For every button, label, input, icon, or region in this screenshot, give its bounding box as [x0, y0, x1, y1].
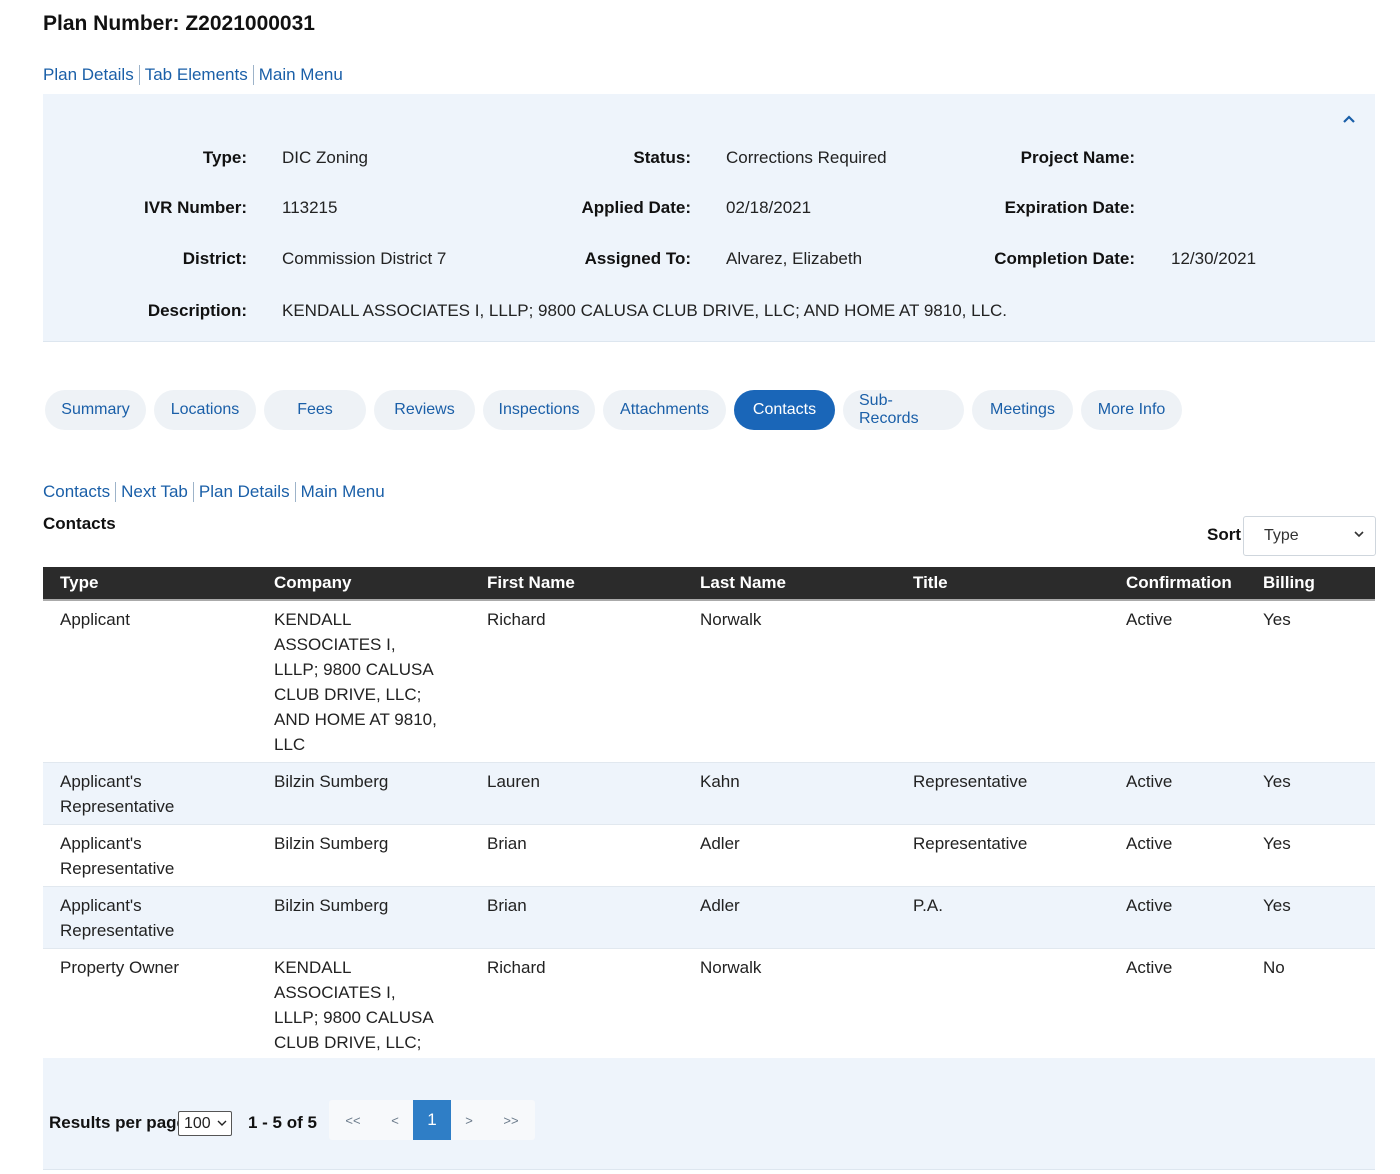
cell-type: Applicant [60, 610, 130, 629]
results-per-page-value: 100 [184, 1115, 211, 1132]
cell-billing: Yes [1263, 610, 1291, 629]
cell-title [896, 607, 1109, 757]
cell-confirmation: Active [1126, 610, 1173, 629]
cell-billing: Yes [1263, 834, 1291, 853]
ivr-number-value: 113215 [282, 198, 338, 217]
prev-page-button[interactable]: < [377, 1100, 413, 1140]
tab-meetings[interactable]: Meetings [972, 390, 1073, 430]
plan-details-panel: Type: DIC Zoning Status: Corrections Req… [43, 94, 1375, 342]
cell-title: P.A. [913, 896, 943, 915]
tab-inspections[interactable]: Inspections [483, 390, 595, 430]
completion-date-label: Completion Date: [994, 249, 1135, 268]
pager: << < 1 > >> [329, 1100, 535, 1140]
table-header: Type Company First Name Last Name Title … [43, 567, 1375, 601]
tab-locations[interactable]: Locations [154, 390, 256, 430]
cell-first-name: Lauren [487, 772, 540, 791]
last-page-button[interactable]: >> [487, 1100, 535, 1140]
ivr-number-label: IVR Number: [144, 198, 247, 217]
status-value: Corrections Required [726, 148, 887, 167]
link-plan-details[interactable]: Plan Details [43, 65, 139, 85]
table-row[interactable]: Applicant's Representative Bilzin Sumber… [43, 887, 1375, 949]
description-label: Description: [147, 301, 247, 320]
first-page-button[interactable]: << [329, 1100, 377, 1140]
pagination-bar: Results per page 100 1 - 5 of 5 << < 1 >… [43, 1058, 1375, 1170]
district-label: District: [182, 249, 247, 268]
cell-company: Bilzin Sumberg [274, 834, 389, 853]
header-first-name[interactable]: First Name [470, 573, 683, 593]
header-billing[interactable]: Billing [1246, 573, 1375, 593]
type-label: Type: [202, 148, 247, 167]
district-value: Commission District 7 [282, 249, 447, 268]
tab-attachments[interactable]: Attachments [603, 390, 726, 430]
status-label: Status: [633, 148, 691, 167]
table-row[interactable]: Applicant's Representative Bilzin Sumber… [43, 825, 1375, 887]
project-name-label: Project Name: [1020, 148, 1135, 167]
cell-type: Applicant's Representative [60, 772, 175, 816]
table-row[interactable]: Applicant's Representative Bilzin Sumber… [43, 763, 1375, 825]
tab-reviews[interactable]: Reviews [374, 390, 475, 430]
cell-first-name: Brian [487, 834, 527, 853]
link-plan-details-2[interactable]: Plan Details [192, 482, 295, 502]
chevron-down-icon [1353, 528, 1365, 543]
assigned-to-value: Alvarez, Elizabeth [726, 249, 863, 268]
link-main-menu[interactable]: Main Menu [252, 65, 348, 85]
header-title[interactable]: Title [896, 573, 1109, 593]
results-range: 1 - 5 of 5 [248, 1113, 317, 1132]
cell-type: Applicant's Representative [60, 896, 175, 940]
cell-last-name: Adler [700, 834, 740, 853]
cell-title: Representative [913, 834, 1028, 853]
applied-date-label: Applied Date: [581, 198, 691, 217]
table-row[interactable]: Applicant KENDALL ASSOCIATES I, LLLP; 98… [43, 601, 1375, 763]
sort-select-value: Type [1264, 527, 1299, 544]
contacts-table: Type Company First Name Last Name Title … [43, 567, 1375, 1111]
cell-first-name: Brian [487, 896, 527, 915]
cell-last-name: Adler [700, 896, 740, 915]
results-per-page-select[interactable]: 100 [178, 1111, 232, 1136]
cell-company: Bilzin Sumberg [274, 772, 389, 791]
header-confirmation[interactable]: Confirmation [1109, 573, 1246, 593]
header-type[interactable]: Type [43, 573, 257, 593]
top-link-bar: Plan Details Tab Elements Main Menu [43, 65, 348, 85]
tab-bar: Summary Locations Fees Reviews Inspectio… [45, 390, 1182, 430]
description-value: KENDALL ASSOCIATES I, LLLP; 9800 CALUSA … [282, 301, 1008, 320]
link-main-menu-2[interactable]: Main Menu [294, 482, 390, 502]
cell-confirmation: Active [1126, 834, 1173, 853]
tab-contacts[interactable]: Contacts [734, 390, 835, 430]
page-title: Plan Number: Z2021000031 [43, 12, 315, 35]
link-next-tab[interactable]: Next Tab [115, 482, 193, 502]
chevron-up-icon[interactable] [1339, 112, 1359, 132]
header-last-name[interactable]: Last Name [683, 573, 896, 593]
cell-first-name: Richard [487, 610, 546, 629]
sort-label: Sort [1207, 525, 1241, 544]
cell-company: KENDALL ASSOCIATES I, LLLP; 9800 CALUSA … [274, 610, 437, 754]
cell-billing: Yes [1263, 896, 1291, 915]
results-per-page-label: Results per page [49, 1113, 186, 1132]
cell-title: Representative [913, 772, 1028, 791]
expiration-date-label: Expiration Date: [1004, 198, 1135, 217]
chevron-down-icon [217, 1112, 227, 1143]
cell-confirmation: Active [1126, 896, 1173, 915]
cell-confirmation: Active [1126, 772, 1173, 791]
cell-last-name: Kahn [700, 772, 740, 791]
tab-more-info[interactable]: More Info [1081, 390, 1182, 430]
type-value: DIC Zoning [282, 148, 368, 167]
section-link-bar: Contacts Next Tab Plan Details Main Menu [43, 482, 390, 502]
cell-company: Bilzin Sumberg [274, 896, 389, 915]
page-1-button[interactable]: 1 [413, 1100, 451, 1140]
cell-billing: Yes [1263, 772, 1291, 791]
sort-select[interactable]: Type [1243, 516, 1376, 556]
next-page-button[interactable]: > [451, 1100, 487, 1140]
tab-sub-records[interactable]: Sub-Records [843, 390, 964, 430]
cell-type: Applicant's Representative [60, 834, 175, 878]
assigned-to-label: Assigned To: [584, 249, 691, 268]
tab-summary[interactable]: Summary [45, 390, 146, 430]
applied-date-value: 02/18/2021 [726, 198, 812, 217]
link-tab-elements[interactable]: Tab Elements [138, 65, 253, 85]
cell-last-name: Norwalk [700, 610, 762, 629]
header-company[interactable]: Company [257, 573, 470, 593]
link-contacts[interactable]: Contacts [43, 482, 115, 502]
completion-date-value: 12/30/2021 [1171, 249, 1257, 268]
tab-fees[interactable]: Fees [264, 390, 366, 430]
section-title: Contacts [43, 514, 116, 533]
